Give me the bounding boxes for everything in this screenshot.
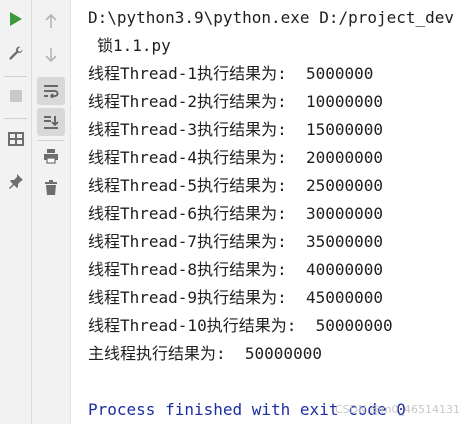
settings-wrench-icon[interactable] [5,42,27,64]
toolbar-divider [38,140,64,141]
toolbar-divider [4,118,27,119]
script-name: 锁1.1.py [97,36,171,55]
up-arrow-icon[interactable] [40,10,62,32]
output-line: 线程Thread-5执行结果为: 25000000 [88,176,384,195]
output-line: 线程Thread-10执行结果为: 50000000 [88,316,393,335]
run-icon[interactable] [5,8,27,30]
output-line: 线程Thread-4执行结果为: 20000000 [88,148,384,167]
output-line: 线程Thread-6执行结果为: 30000000 [88,204,384,223]
trash-icon[interactable] [40,177,62,199]
layout-icon[interactable] [5,128,27,150]
scroll-to-end-icon[interactable] [37,108,65,136]
pin-icon[interactable] [5,170,27,192]
output-line: 线程Thread-9执行结果为: 45000000 [88,288,384,307]
command-line: D:\python3.9\python.exe D:/project_dev [88,8,455,27]
output-line: 线程Thread-1执行结果为: 5000000 [88,64,374,83]
output-line: 线程Thread-2执行结果为: 10000000 [88,92,384,111]
console-toolbar [32,0,71,424]
console-output[interactable]: D:\python3.9\python.exe D:/project_dev 锁… [71,0,474,424]
run-console-window: D:\python3.9\python.exe D:/project_dev 锁… [0,0,474,424]
output-line: 主线程执行结果为: 50000000 [88,344,322,363]
watermark: CSDN @m0_46514131 [334,403,460,416]
run-toolbar [0,0,32,424]
output-line: 线程Thread-8执行结果为: 40000000 [88,260,384,279]
output-line: 线程Thread-3执行结果为: 15000000 [88,120,384,139]
output-line: 线程Thread-7执行结果为: 35000000 [88,232,384,251]
down-arrow-icon[interactable] [40,44,62,66]
soft-wrap-icon[interactable] [37,77,65,105]
print-icon[interactable] [40,145,62,167]
toolbar-divider [4,76,27,77]
stop-icon[interactable] [5,85,27,107]
